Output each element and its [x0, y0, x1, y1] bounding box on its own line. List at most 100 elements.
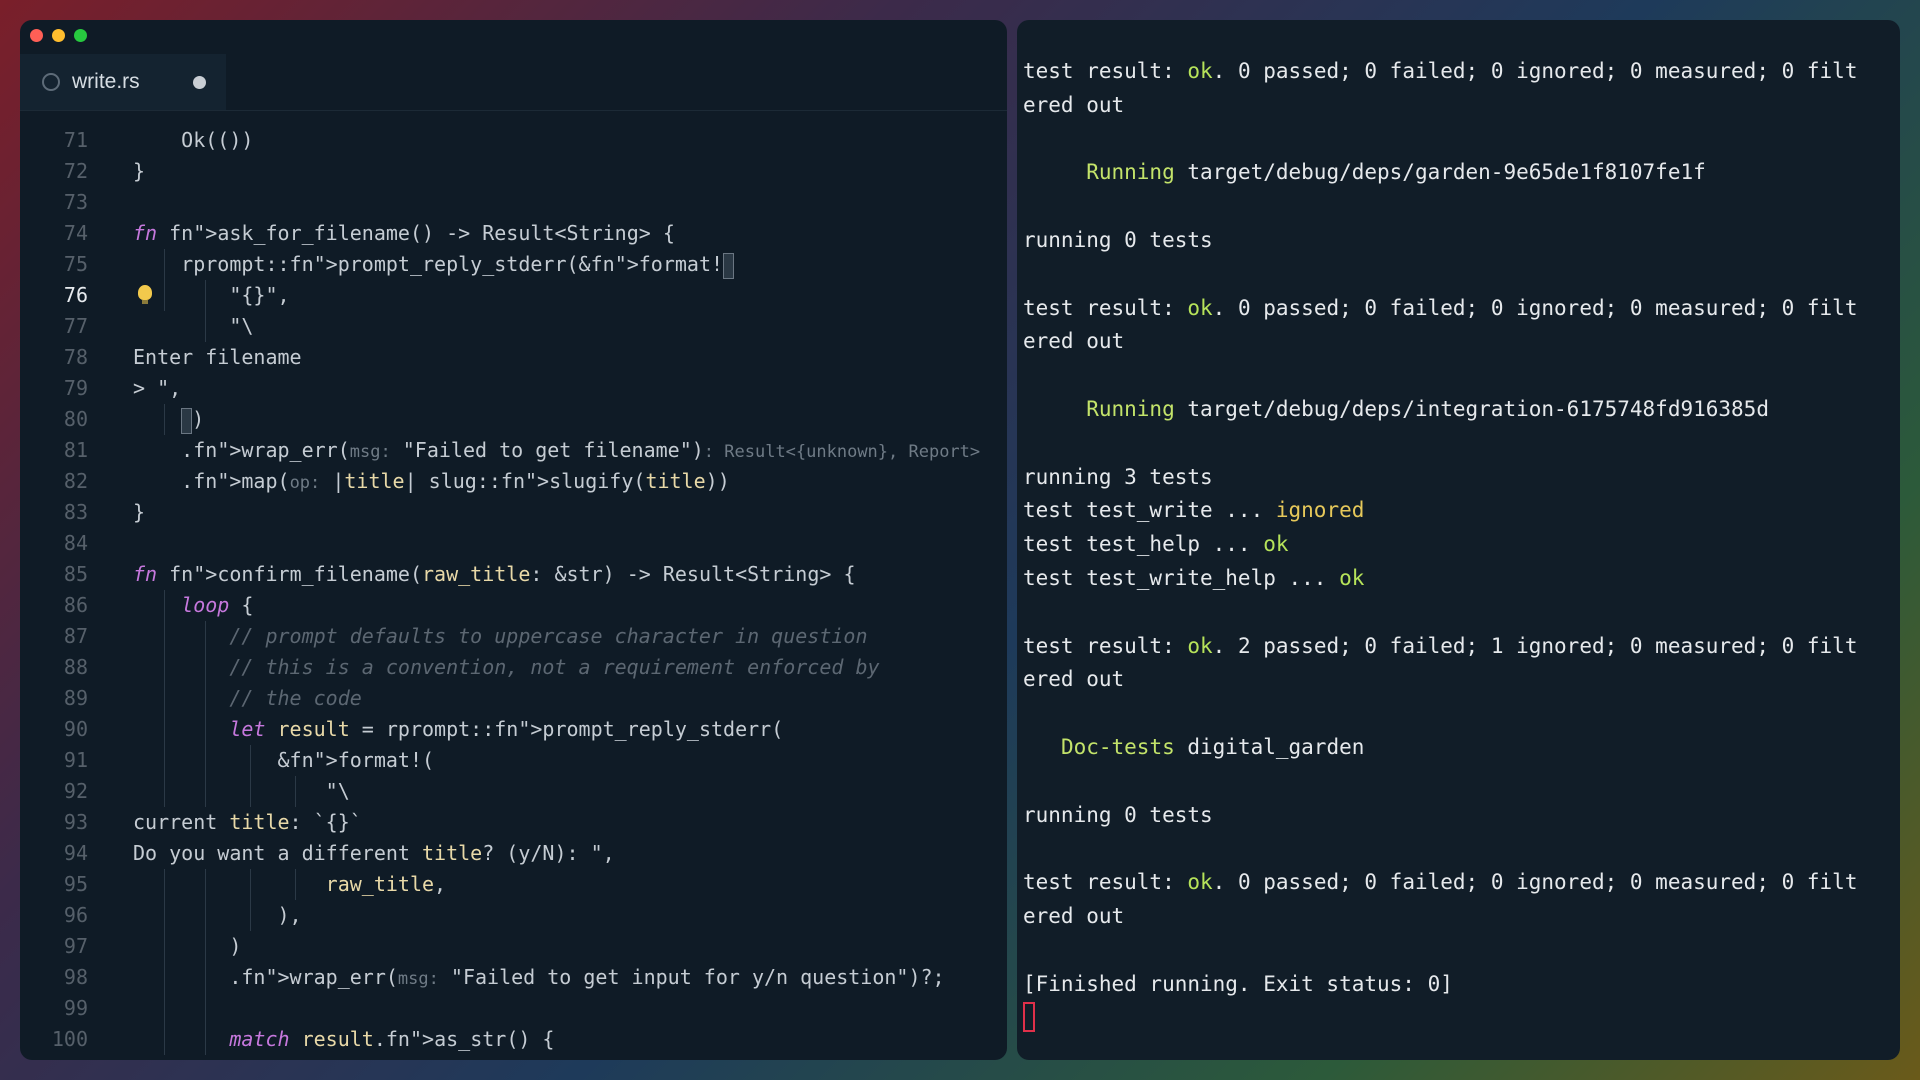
- code-line[interactable]: 99: [20, 993, 1007, 1024]
- code-text: Do you want a different title? (y/N): ",: [133, 841, 615, 865]
- terminal-text: . 0 passed; 0 failed; 0 ignored; 0 measu…: [1212, 59, 1858, 83]
- rust-icon: [42, 73, 60, 91]
- code-line[interactable]: 83}: [20, 497, 1007, 528]
- terminal-text: ered out: [1023, 329, 1125, 354]
- code-line[interactable]: 93 current title: `{}`: [20, 807, 1007, 838]
- window-controls: [30, 29, 87, 42]
- terminal-text: digital_garden: [1174, 735, 1365, 759]
- code-line[interactable]: 91 &fn">format!(: [20, 745, 1007, 776]
- code-line[interactable]: 81 .fn">wrap_err(msg: "Failed to get fil…: [20, 435, 1007, 466]
- code-area[interactable]: 71 Ok(()) 72} 73 74 fn fn">ask_for_filename(…: [20, 110, 1007, 1060]
- terminal-line: running 0 tests: [1023, 225, 1213, 255]
- code-text: "\: [133, 314, 254, 338]
- code-line[interactable]: 97 ): [20, 931, 1007, 962]
- status-ok: ok: [1339, 566, 1365, 590]
- code-text: // the code: [133, 686, 362, 710]
- code-text: .fn">map(op: |title| slug::fn">slugify(t…: [133, 469, 730, 493]
- line-number: 91: [63, 748, 88, 772]
- code-line[interactable]: 85 fn fn">confirm_filename(raw_title: &st…: [20, 559, 1007, 590]
- code-line[interactable]: 73: [20, 187, 1007, 218]
- close-window-button[interactable]: [30, 29, 43, 42]
- terminal-text: test result:: [1023, 59, 1188, 83]
- code-text: loop {: [181, 593, 254, 617]
- code-line[interactable]: 86 loop {: [20, 590, 1007, 621]
- terminal-line: ered out: [1023, 664, 1124, 694]
- terminal-line: test result: ok. 0 passed; 0 failed; 0 i…: [1023, 56, 1857, 86]
- terminal-line: test test_write ... ignored: [1023, 495, 1364, 525]
- terminal-line: ered out: [1023, 901, 1124, 931]
- line-number: 92: [63, 779, 88, 803]
- code-line[interactable]: 94 Do you want a different title? (y/N): …: [20, 838, 1007, 869]
- terminal-text: running 3 tests: [1023, 464, 1213, 489]
- code-line[interactable]: 78 Enter filename: [20, 342, 1007, 373]
- terminal-line: test result: ok. 0 passed; 0 failed; 0 i…: [1023, 867, 1857, 897]
- line-number: 99: [63, 996, 88, 1020]
- code-line[interactable]: 75 rprompt::fn">prompt_reply_stderr(&fn"…: [20, 249, 1007, 280]
- code-text: // this is a convention, not a requireme…: [133, 655, 880, 679]
- code-text: "\: [133, 779, 350, 803]
- terminal-text: running 0 tests: [1023, 802, 1213, 827]
- line-number: 76: [63, 283, 88, 307]
- code-text: match result.fn">as_str() {: [229, 1027, 555, 1051]
- code-line[interactable]: 100 match result.fn">as_str() {: [20, 1024, 1007, 1055]
- code-editor-window: write.rs 71 Ok(()) 72} 73 74 fn fn">ask_for_…: [20, 20, 1007, 1060]
- code-line[interactable]: 72}: [20, 156, 1007, 187]
- indent-guide: [205, 993, 206, 1024]
- maximize-window-button[interactable]: [74, 29, 87, 42]
- code-line[interactable]: 80 ): [20, 404, 1007, 435]
- code-text: "{}",: [133, 283, 290, 307]
- status-warn: ignored: [1275, 498, 1365, 523]
- code-line[interactable]: 71 Ok(()): [20, 125, 1007, 156]
- code-line[interactable]: 87 // prompt defaults to uppercase chara…: [20, 621, 1007, 652]
- code-line[interactable]: 84: [20, 528, 1007, 559]
- terminal-line: test test_write_help ... ok: [1023, 563, 1364, 593]
- code-line[interactable]: 74 fn fn">ask_for_filename() -> Result<St…: [20, 218, 1007, 249]
- code-line[interactable]: 79 > ",: [20, 373, 1007, 404]
- line-number: 86: [63, 593, 88, 617]
- terminal-line: test result: ok. 0 passed; 0 failed; 0 i…: [1023, 293, 1857, 323]
- terminal-line: [Finished running. Exit status: 0]: [1023, 969, 1453, 999]
- terminal-text: ered out: [1023, 904, 1125, 928]
- terminal-cursor: [1023, 1002, 1035, 1033]
- terminal-line: ered out: [1023, 90, 1124, 120]
- code-line[interactable]: 98 .fn">wrap_err(msg: "Failed to get inp…: [20, 962, 1007, 993]
- code-line[interactable]: 95 raw_title,: [20, 869, 1007, 900]
- code-line[interactable]: 96 ),: [20, 900, 1007, 931]
- code-line[interactable]: 77 "\: [20, 311, 1007, 342]
- status-ok: ok: [1187, 633, 1213, 658]
- terminal-line: test test_help ... ok: [1023, 529, 1289, 559]
- code-text: Ok(()): [133, 128, 254, 152]
- code-line[interactable]: 92 "\: [20, 776, 1007, 807]
- line-number: 100: [51, 1027, 88, 1051]
- line-number: 75: [63, 252, 88, 276]
- status-green: Doc-tests: [1060, 735, 1175, 759]
- code-text: current title: `{}`: [133, 810, 362, 834]
- minimize-window-button[interactable]: [52, 29, 65, 42]
- line-number: 83: [63, 500, 88, 524]
- code-line[interactable]: 89 // the code: [20, 683, 1007, 714]
- tab-filename: write.rs: [72, 70, 140, 93]
- text-cursor: [181, 407, 193, 434]
- line-number: 77: [63, 314, 88, 338]
- code-text: .fn">wrap_err(msg: "Failed to get filena…: [133, 438, 981, 462]
- line-number: 98: [63, 965, 88, 989]
- unsaved-dot-icon[interactable]: [193, 75, 206, 89]
- terminal-text: test result:: [1023, 295, 1188, 320]
- line-number: 79: [63, 376, 88, 400]
- terminal-text: . 0 passed; 0 failed; 0 ignored; 0 measu…: [1212, 870, 1858, 895]
- code-line[interactable]: 82 .fn">map(op: |title| slug::fn">slugif…: [20, 466, 1007, 497]
- line-number: 81: [63, 438, 88, 462]
- terminal-text: target/debug/deps/garden-9e65de1f8107fe1…: [1174, 160, 1706, 185]
- terminal-output: test result: ok . 0 passed; 0 failed; 0 i…: [1017, 20, 1900, 1060]
- code-line[interactable]: 90 let result = rprompt::fn">prompt_repl…: [20, 714, 1007, 745]
- tab-write-rs[interactable]: write.rs: [20, 54, 226, 110]
- code-text: ),: [133, 903, 302, 927]
- terminal-window[interactable]: test result: ok . 0 passed; 0 failed; 0 i…: [1017, 20, 1900, 1060]
- code-line[interactable]: 88 // this is a convention, not a requir…: [20, 652, 1007, 683]
- code-text: Enter filename: [133, 345, 302, 369]
- terminal-text: test test_write_help ...: [1023, 566, 1340, 590]
- terminal-line: running 0 tests: [1023, 800, 1213, 830]
- code-line[interactable]: 76 "{}",: [20, 280, 1007, 311]
